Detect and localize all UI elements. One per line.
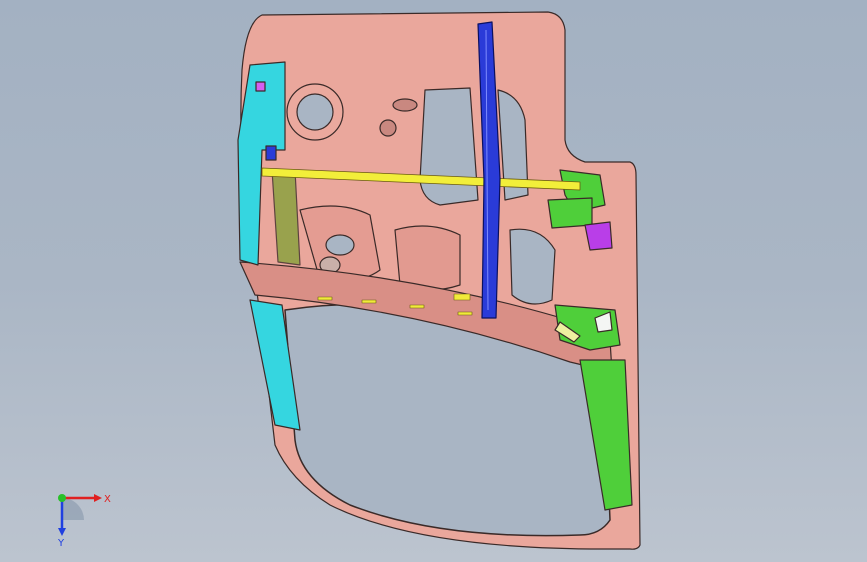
y-axis-label: Y bbox=[57, 538, 65, 548]
x-axis-label: X bbox=[104, 494, 111, 505]
door-model[interactable] bbox=[237, 11, 641, 550]
coordinate-triad: X Y bbox=[57, 494, 111, 548]
window-opening bbox=[419, 87, 479, 206]
cad-viewport[interactable] bbox=[0, 0, 867, 562]
bracket bbox=[584, 221, 613, 251]
